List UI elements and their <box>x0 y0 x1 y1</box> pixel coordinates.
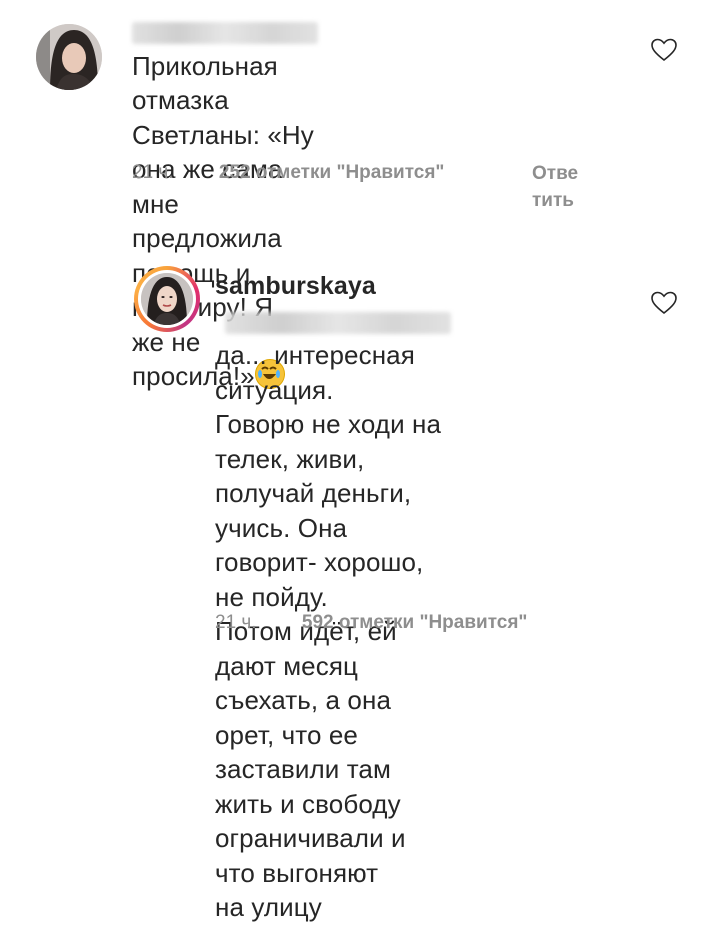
samburskaya-avatar[interactable] <box>141 273 193 325</box>
comment-line: говорит- хорошо, не пойду. <box>215 547 424 612</box>
like-heart-icon[interactable] <box>651 38 677 62</box>
hidden-mention <box>225 311 451 334</box>
comment-line: на улицу <box>215 892 322 922</box>
reply-button[interactable]: Отве тить <box>532 160 602 214</box>
comment-line: ограничивали и что выгоняют <box>215 823 406 888</box>
likes-count[interactable]: 252 отметки "Нравится" <box>219 162 445 183</box>
username-link[interactable]: samburskaya <box>215 272 376 300</box>
like-heart-icon[interactable] <box>651 291 677 315</box>
story-ring[interactable] <box>134 266 200 332</box>
comment-line: Говорю не ходи на телек, живи, <box>215 409 442 474</box>
comment-meta: 21 ч. 252 отметки "Нравится" <box>132 162 444 184</box>
comment-line: заставили там жить и свободу <box>215 754 401 819</box>
reply-label: Отве <box>532 163 579 184</box>
comment-text: samburskaya да... интересная ситуация. Г… <box>215 268 451 925</box>
likes-count[interactable]: 592 отметки "Нравится" <box>302 612 528 633</box>
comment-line: да... интересная ситуация. <box>215 340 415 405</box>
hidden-username <box>132 22 318 45</box>
commenter-avatar[interactable] <box>36 24 102 90</box>
comment-line: Прикольная отмазка <box>132 50 278 116</box>
comment-line: получай деньги, учись. Она <box>215 478 412 543</box>
comment-time: 21 ч. <box>132 162 174 183</box>
comment-line: съехать, а она орет, что ее <box>215 685 391 750</box>
reply-label: тить <box>532 190 574 211</box>
comment-time: 21 ч. <box>215 612 257 633</box>
comment-meta: 21 ч. 592 отметки "Нравится" <box>215 612 527 634</box>
